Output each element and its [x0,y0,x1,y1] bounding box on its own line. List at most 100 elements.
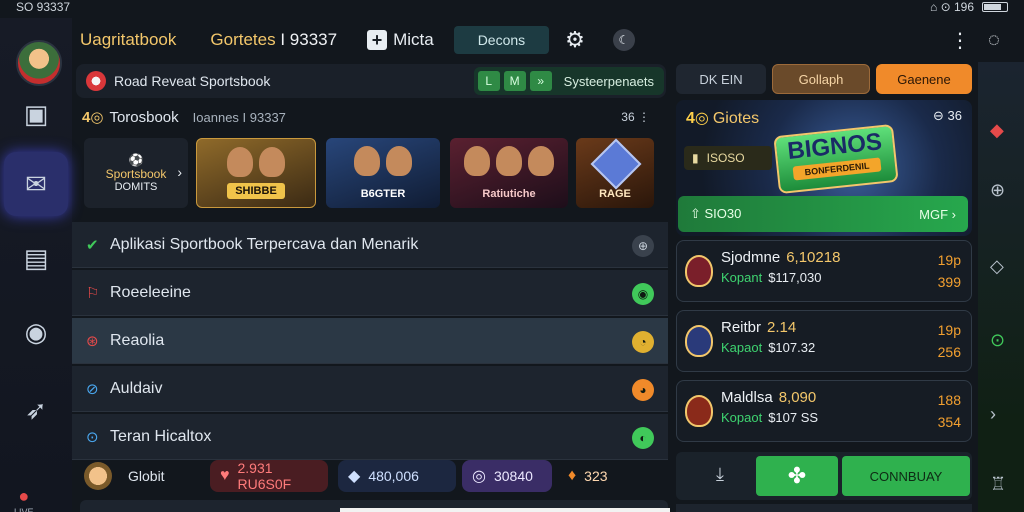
games-label: Gortetes [210,30,276,49]
sportsbook-card[interactable]: ⚽ Sportsbook DOMITS › [84,138,188,208]
menu-item-auldaiv[interactable]: ⊘ Auldaiv ◕ [72,366,668,412]
team-value: 2.14 [767,319,797,336]
score-row[interactable]: Maldlsa 8,090 Kopaot $107 SS 188 354 [676,380,972,442]
coin-icon: ◎ [472,468,486,485]
gems-value: 480,006 [368,468,419,484]
arrow-right-icon[interactable]: › [990,404,996,425]
score-row[interactable]: Reitbr 2.14 Kapaot $107.32 19p 256 [676,310,972,372]
status-dot-icon[interactable]: ◉ [632,283,654,305]
home-indicator [340,508,670,512]
menu-item-reaolia[interactable]: ⊛ Reaolia ◔ [72,318,668,364]
battery-icon [982,2,1008,12]
clover-button[interactable]: ✤ [756,456,838,496]
menu-button[interactable]: + Micta [367,30,434,50]
rocket-icon[interactable]: ➶ [4,378,68,442]
decons-button[interactable]: Decons [453,26,550,54]
menu-item-roeeleeine[interactable]: ⚐ Roeeleeine ◉ [72,270,668,316]
info-icon[interactable]: ⊕ [632,235,654,257]
chat-icon[interactable]: ◌ [988,29,1000,52]
menu-item-sportbook[interactable]: ✔ Aplikasi Sportbook Terpercava dan Mena… [72,222,668,268]
score-side: 19p 399 [937,252,961,290]
game-card-4[interactable]: RAGE [576,138,654,208]
trophy-icon[interactable]: ♖ [990,474,1006,495]
score-odds: $107 SS [768,410,819,425]
game-card-1-label: SHIBBE [227,183,285,199]
status-icons: ⌂ ⊙ 196 [930,0,1008,14]
right-panel: DK EIN Gollaph Gaenene 4◎ Giotes ⊖ 36 ▮ I… [672,62,978,512]
control-button-2[interactable]: M [503,71,526,91]
target-icon[interactable]: ⊕ [990,180,1005,201]
camera-icon[interactable]: ◉ [4,300,68,364]
promo-balance-value: ISOSO [706,151,745,165]
menu-item-label: Aplikasi Sportbook Terpercava dan Menari… [110,235,419,253]
shield-icon [590,138,642,190]
theme-toggle-icon[interactable]: ☾ [612,29,635,51]
team-value: 8,090 [778,389,817,406]
game-card-1[interactable]: SHIBBE [196,138,316,208]
score-odds: $117,030 [768,270,822,285]
live-icon: ● [18,486,30,506]
control-button-3[interactable]: » [529,71,552,91]
status-dot-icon[interactable]: ◐ [632,427,654,449]
store-icon[interactable]: ▣ [4,82,68,146]
promo-title: 4◎ Giotes [686,110,760,127]
rail-live-badge[interactable]: ● LIVE [14,486,34,512]
status-dot-icon[interactable]: ◔ [632,331,654,353]
menu-item-teran[interactable]: ⊙ Teran Hicaltox ◐ [72,414,668,460]
players-image [450,146,568,176]
team-badge-icon [685,325,713,357]
tab-gollaph[interactable]: Gollaph [772,64,870,94]
promo-claim-button[interactable]: ⇧ SIO30 MGF › [678,196,968,232]
left-rail: ▣ ✉ ▤ ◉ ➶ ● LIVE [0,18,72,512]
score-list: Sjodmne 6,10218 Kopant $117,030 19p 399 Rei… [676,240,972,450]
score-key: Kopant [721,270,763,285]
far-right-rail: ◆ ⊕ ◇ ⊙ › ♖ [978,62,1024,512]
points-chip[interactable]: ♦ 323 [558,460,618,492]
plus-icon: + [367,30,388,50]
ticket-icon[interactable]: ▤ [4,226,68,290]
tab-gaenene[interactable]: Gaenene [876,64,972,94]
gems-chip[interactable]: ◆ 480,006 [338,460,456,492]
wallet-icon: ▮ [692,151,699,165]
right-next-peek [676,504,972,512]
game-card-2[interactable]: B6GTER [326,138,440,208]
games-number: 93337 [289,30,338,49]
gift-icon[interactable]: ◆ [990,120,1004,141]
menu-list: ✔ Aplikasi Sportbook Terpercava dan Mena… [72,222,668,462]
game-card-3[interactable]: Ratiutiche [450,138,568,208]
bonus-logo: BIGNOS BONFERDENIL [773,123,899,195]
player-avatar[interactable] [84,462,112,490]
sportsbook-card-icon: ⚽ [128,153,144,167]
status-dot-icon[interactable]: ◕ [632,379,654,401]
games-title: Torosbook [109,108,179,126]
coins-chip[interactable]: ◎ 30840 [462,460,552,492]
gear-icon: ⊛ [86,332,99,350]
games-count[interactable]: 36 ⋮ [621,110,650,124]
gear-icon[interactable]: ⚙ [565,27,585,53]
tab-dk-ein[interactable]: DK EIN [676,64,766,94]
games-counter: Gortetes I 93337 [210,30,338,49]
user-avatar[interactable] [16,40,62,86]
more-options-icon[interactable]: ⋮ [950,28,970,53]
team-badge-icon [685,255,713,287]
status-time: SO 93337 [16,0,71,14]
download-icon[interactable]: ⤓ [716,464,724,485]
control-button-1[interactable]: L [477,71,500,91]
right-tabs: DK EIN Gollaph Gaenene [676,64,976,96]
promo-cta-left: ⇧ SIO30 [690,206,742,221]
top-bar: Uagritatbook Gortetes I 93337 + Micta De… [72,18,1024,62]
hearts-value: 2.931 RU6S0F [237,460,292,492]
shield-icon[interactable]: ◇ [990,256,1004,277]
score-row[interactable]: Sjodmne 6,10218 Kopant $117,030 19p 399 [676,240,972,302]
bets-icon[interactable]: ✉ [4,152,68,216]
game-card-3-label: Ratiutiche [482,188,536,200]
hearts-chip[interactable]: ♥ 2.931 RU6S0F [210,460,328,492]
continue-button[interactable]: CONNBUAY [842,456,970,496]
controls-label[interactable]: Systeerpenaets [564,74,654,89]
promo-tools[interactable]: ⊖ 36 [933,108,962,124]
subheader-controls: L M » Systeerpenaets [473,67,664,95]
team-name: Sjodmne [721,249,781,266]
rail-live-label: LIVE [14,507,34,512]
score-key: Kapaot [721,340,763,355]
compass-icon[interactable]: ⊙ [990,330,1005,351]
